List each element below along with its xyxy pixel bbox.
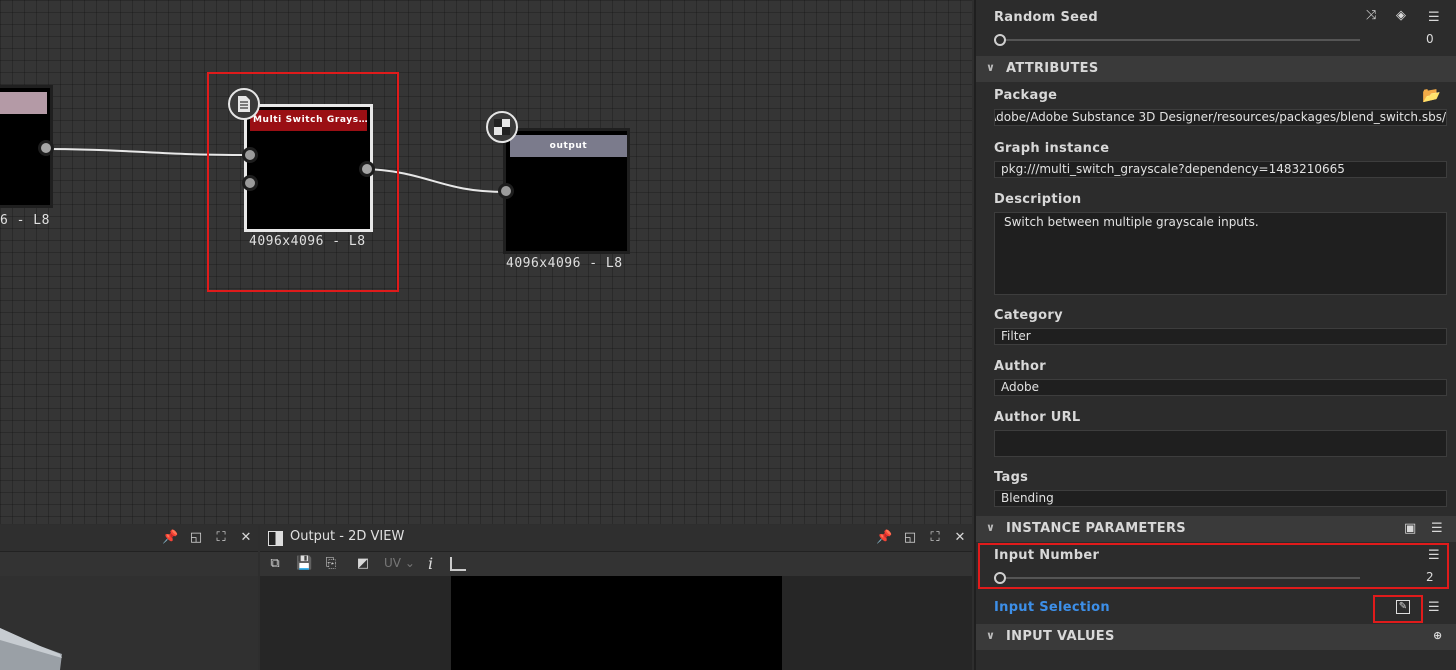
graph-canvas[interactable]: 6 - L8 Multi Switch Grays… 4096x4096 - L… [0, 0, 972, 524]
random-seed-label: Random Seed [994, 10, 1098, 25]
random-seed-value[interactable]: 0 [1426, 32, 1434, 46]
3d-mesh-preview [0, 628, 62, 670]
switch-output-port[interactable] [359, 161, 375, 177]
uv-label: UV [384, 556, 401, 570]
output-input-port[interactable] [498, 183, 514, 199]
chevron-down-icon: ∨ [986, 521, 996, 534]
tags-label: Tags [994, 470, 1029, 485]
random-seed-slider[interactable] [1000, 39, 1360, 41]
checker-panel-icon [268, 531, 283, 546]
switch-input-port-1[interactable] [242, 147, 258, 163]
menu-icon[interactable]: ☰ [1428, 548, 1440, 563]
menu-icon[interactable]: ☰ [1428, 10, 1440, 25]
package-field[interactable]: /Adobe/Adobe Substance 3D Designer/resou… [994, 109, 1447, 126]
2d-view-title: Output - 2D VIEW [290, 529, 405, 544]
folder-icon[interactable]: 📂 [1422, 86, 1441, 104]
uv-dropdown[interactable]: UV ⌄ [384, 556, 415, 570]
chevron-down-icon: ∨ [986, 629, 996, 642]
description-field[interactable]: Switch between multiple grayscale inputs… [994, 212, 1447, 295]
info-icon[interactable]: i [428, 554, 433, 573]
2d-viewport[interactable] [260, 576, 972, 670]
chevron-down-icon: ∨ [986, 61, 996, 74]
random-seed-knob[interactable] [994, 34, 1006, 46]
author-field[interactable]: Adobe [994, 379, 1447, 396]
copy-icon[interactable]: ⎘ [323, 556, 339, 572]
3d-view-panel: 📌 ◱ ⛶ ✕ [0, 525, 258, 670]
add-icon[interactable]: ⊕ [1433, 629, 1443, 642]
multi-switch-node-title: Multi Switch Grays… [250, 110, 367, 131]
category-label: Category [994, 308, 1063, 323]
input-selection-label[interactable]: Input Selection [994, 600, 1110, 615]
2d-view-toolbar: ⧉ 💾 ⎘ ◩ UV ⌄ i [260, 552, 972, 576]
input-values-section[interactable]: ∨ INPUT VALUES ⊕ [976, 624, 1456, 650]
input-number-label: Input Number [994, 548, 1100, 563]
close-icon[interactable]: ✕ [238, 530, 254, 546]
2d-texture-preview [451, 576, 782, 670]
expose-icon[interactable]: ◈ [1396, 8, 1406, 23]
graph-instance-label: Graph instance [994, 141, 1110, 156]
output-node-resolution: 4096x4096 - L8 [506, 256, 623, 271]
2d-view-panel: Output - 2D VIEW 📌 ◱ ⛶ ✕ ⧉ 💾 ⎘ ◩ UV ⌄ i [260, 525, 972, 670]
view-display-icon[interactable]: ⧉ [267, 556, 283, 572]
left-node-header [0, 92, 47, 114]
histogram-icon[interactable] [450, 557, 466, 571]
attributes-section[interactable]: ∨ ATTRIBUTES [976, 56, 1456, 82]
graph-wires [46, 148, 507, 193]
document-icon [228, 88, 260, 120]
shuffle-icon[interactable]: ⤨ [1366, 8, 1376, 23]
package-label: Package [994, 88, 1058, 103]
output-node[interactable]: output [503, 128, 630, 254]
menu-icon[interactable]: ☰ [1431, 521, 1443, 536]
maximize-icon[interactable]: ⛶ [213, 530, 229, 546]
instance-parameters-section[interactable]: ∨ INSTANCE PARAMETERS ▣ ☰ [976, 516, 1456, 542]
author-label: Author [994, 359, 1046, 374]
author-url-field[interactable] [994, 430, 1447, 457]
float-icon[interactable]: ◱ [188, 530, 204, 546]
view-options-icon[interactable]: ◩ [355, 556, 371, 572]
description-label: Description [994, 192, 1082, 207]
float-icon[interactable]: ◱ [902, 530, 918, 546]
pin-icon[interactable]: 📌 [876, 530, 892, 546]
multi-switch-node[interactable]: Multi Switch Grays… [244, 104, 373, 232]
edit-function-icon[interactable]: ✎ [1396, 600, 1410, 614]
left-node-output-port[interactable] [38, 140, 54, 156]
2d-view-header: Output - 2D VIEW 📌 ◱ ⛶ ✕ [260, 525, 972, 552]
close-icon[interactable]: ✕ [952, 530, 968, 546]
menu-icon[interactable]: ☰ [1428, 600, 1440, 615]
output-node-title: output [510, 135, 627, 157]
category-field[interactable]: Filter [994, 328, 1447, 345]
3d-view-header: 📌 ◱ ⛶ ✕ [0, 525, 258, 552]
preset-icon[interactable]: ▣ [1404, 521, 1417, 536]
maximize-icon[interactable]: ⛶ [927, 530, 943, 546]
checker-output-icon [486, 111, 518, 143]
save-icon[interactable]: 💾 [296, 556, 312, 572]
3d-view-toolbar [0, 552, 258, 576]
left-node-resolution: 6 - L8 [0, 213, 50, 228]
3d-viewport[interactable] [0, 576, 258, 670]
switch-input-port-2[interactable] [242, 175, 258, 191]
author-url-label: Author URL [994, 410, 1081, 425]
input-number-value[interactable]: 2 [1426, 570, 1434, 584]
graph-instance-field[interactable]: pkg:///multi_switch_grayscale?dependency… [994, 161, 1447, 178]
input-number-slider[interactable] [1000, 577, 1360, 579]
input-number-knob[interactable] [994, 572, 1006, 584]
multi-switch-node-resolution: 4096x4096 - L8 [249, 234, 366, 249]
pin-icon[interactable]: 📌 [162, 530, 178, 546]
tags-field[interactable]: Blending [994, 490, 1447, 507]
properties-panel: Random Seed ⤨ ◈ ☰ 0 ∨ ATTRIBUTES Package… [974, 0, 1456, 670]
